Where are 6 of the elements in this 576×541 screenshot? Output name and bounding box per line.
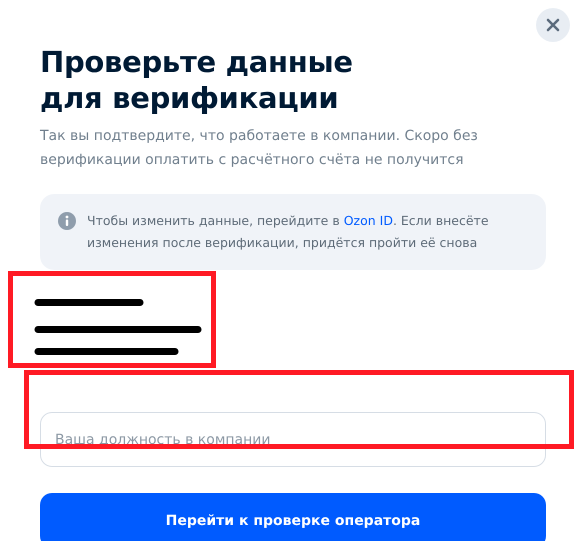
notice-text: Чтобы изменить данные, перейдите в Ozon ID. Если внесёте изменения после верификации, придётся пройти её снова	[87, 212, 490, 252]
dialog-title: Проверьте данные для верификации	[40, 44, 354, 116]
dialog-subtitle: Так вы подтвердите, что работаете в компании. Скоро без верификации оплатить с расчётного счёта не получится	[40, 127, 479, 170]
ozon-id-link[interactable]: Ozon ID	[344, 213, 393, 228]
submit-button[interactable]: Перейти к проверке оператора	[40, 493, 546, 541]
position-field[interactable]: Ваша должность в компании	[40, 412, 546, 467]
